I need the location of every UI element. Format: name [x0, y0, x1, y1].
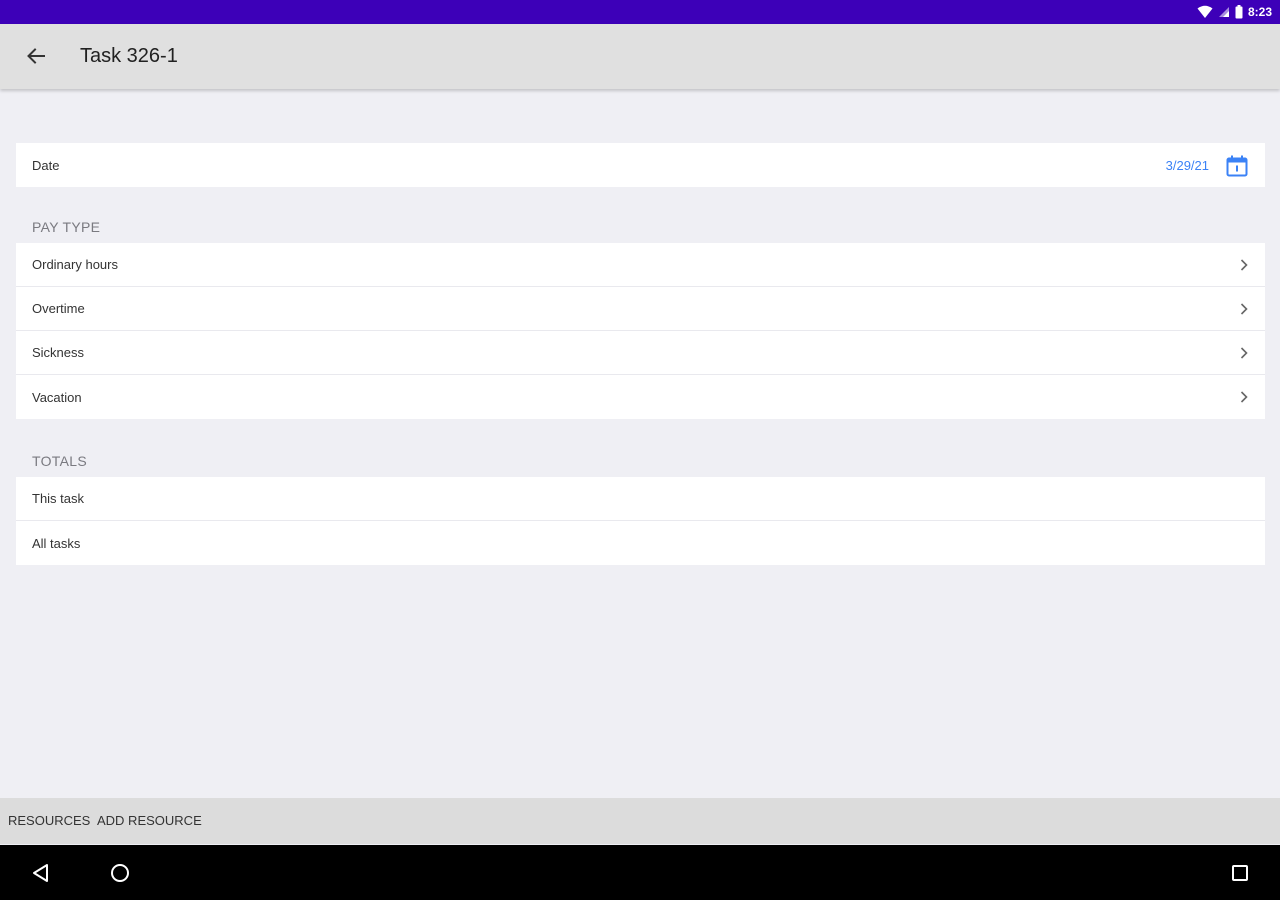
- cell-signal-icon: [1218, 7, 1229, 17]
- app-bar: Task 326-1: [0, 24, 1280, 89]
- status-time: 8:23: [1247, 5, 1272, 19]
- add-resource-button[interactable]: ADD RESOURCE: [97, 813, 202, 828]
- pay-type-item-sickness[interactable]: Sickness: [16, 331, 1265, 375]
- list-item-label: This task: [32, 491, 85, 506]
- chevron-right-icon: [1240, 347, 1248, 359]
- chevron-right-icon: [1240, 259, 1248, 271]
- totals-header: TOTALS: [32, 453, 87, 469]
- pay-type-card: Ordinary hours Overtime Sickness Vacatio…: [16, 243, 1265, 419]
- date-label: Date: [32, 157, 60, 173]
- list-item-label: All tasks: [32, 535, 81, 551]
- recents-square-icon[interactable]: [1228, 861, 1252, 885]
- pay-type-item-vacation[interactable]: Vacation: [16, 375, 1265, 419]
- status-bar: 8:23: [0, 0, 1280, 24]
- back-triangle-icon[interactable]: [29, 861, 53, 885]
- list-item-label: Overtime: [32, 301, 85, 316]
- arrow-left-icon: [27, 48, 45, 64]
- list-item-label: Vacation: [32, 389, 82, 405]
- bottom-action-bar: RESOURCES ADD RESOURCE: [0, 798, 1280, 844]
- totals-item-this-task: This task: [16, 477, 1265, 521]
- home-circle-icon[interactable]: [108, 861, 132, 885]
- status-icons: 8:23: [1197, 3, 1272, 21]
- date-card: Date 3/29/21: [16, 143, 1265, 187]
- totals-card: This task All tasks: [16, 477, 1265, 565]
- date-row[interactable]: Date 3/29/21: [16, 143, 1265, 187]
- chevron-right-icon: [1240, 303, 1248, 315]
- page-title: Task 326-1: [80, 45, 178, 67]
- pay-type-item-overtime[interactable]: Overtime: [16, 287, 1265, 331]
- pay-type-item-ordinary-hours[interactable]: Ordinary hours: [16, 243, 1265, 287]
- list-item-label: Sickness: [32, 345, 85, 360]
- calendar-icon[interactable]: [1225, 154, 1249, 178]
- resources-button[interactable]: RESOURCES: [8, 813, 90, 828]
- wifi-icon: [1197, 5, 1213, 18]
- back-button[interactable]: [22, 42, 50, 70]
- system-nav-bar: [0, 845, 1280, 900]
- totals-item-all-tasks: All tasks: [16, 521, 1265, 565]
- chevron-right-icon: [1240, 391, 1248, 403]
- battery-icon: [1235, 5, 1243, 19]
- date-value[interactable]: 3/29/21: [1166, 158, 1209, 173]
- pay-type-header: PAY TYPE: [32, 219, 101, 235]
- list-item-label: Ordinary hours: [32, 257, 118, 272]
